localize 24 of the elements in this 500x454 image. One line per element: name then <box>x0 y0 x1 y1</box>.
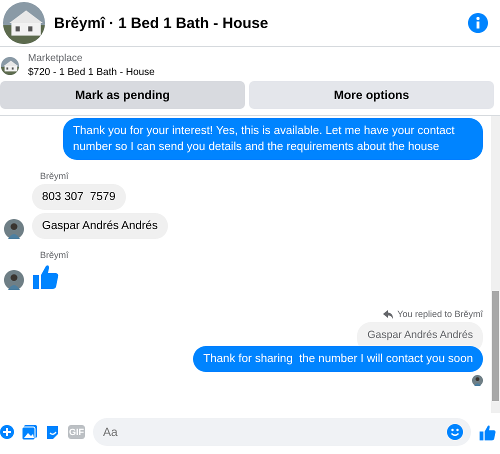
emoji-icon[interactable] <box>447 424 463 440</box>
sender-name: Brěymî <box>40 171 69 181</box>
reply-note: You replied to Brěymî <box>397 309 483 319</box>
listing-source: Marketplace <box>28 53 84 64</box>
add-icon[interactable] <box>0 425 14 439</box>
reply-icon <box>383 310 394 318</box>
message-bubble: Thank for sharing the number I will contact you soon <box>193 346 483 372</box>
chat-title: Brěymî · 1 Bed 1 Bath - House <box>54 14 270 32</box>
sticker-icon[interactable] <box>45 424 60 440</box>
scrollbar[interactable] <box>491 116 500 413</box>
action-button[interactable]: Mark as pending <box>0 81 245 109</box>
thumbs-up-icon <box>32 263 59 290</box>
message-bubble: 803 307 7579 <box>32 184 126 210</box>
seen-avatar <box>472 375 483 386</box>
message-bubble: Thank you for your interest! Yes, this is available. Let me have your contact number so I can send you details and the requirements about the house <box>63 118 483 160</box>
info-icon[interactable] <box>468 13 488 33</box>
message-bubble: Gaspar Andrés Andrés <box>32 213 168 239</box>
thumbs-up-icon[interactable] <box>479 424 496 440</box>
message-field[interactable]: Aa <box>93 418 471 446</box>
scrollbar-thumb[interactable] <box>492 291 499 401</box>
image-icon[interactable] <box>22 424 37 440</box>
action-button[interactable]: More options <box>249 81 494 109</box>
listing-title: $720 - 1 Bed 1 Bath - House <box>28 67 155 78</box>
sender-name: Brěymî <box>40 250 69 260</box>
